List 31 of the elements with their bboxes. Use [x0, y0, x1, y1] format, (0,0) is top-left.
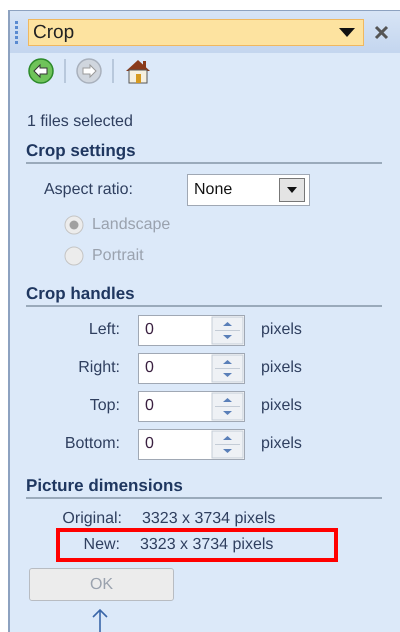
section-heading: Crop settings: [26, 140, 382, 164]
section-heading: Picture dimensions: [26, 475, 382, 499]
handle-label: Bottom:: [64, 434, 120, 454]
handle-label: Right:: [77, 358, 120, 378]
unit-label: pixels: [261, 358, 302, 378]
aspect-ratio-label: Aspect ratio:: [44, 180, 134, 200]
grip-icon: [14, 20, 20, 44]
number-spinner[interactable]: 0: [138, 428, 245, 460]
dimension-value: 3323 x 3734 pixels: [142, 509, 276, 529]
radio-label: Landscape: [92, 214, 170, 234]
number-spinner[interactable]: 0: [138, 390, 245, 422]
dimension-value: 3323 x 3734 pixels: [140, 535, 274, 555]
radio-label: Portrait: [92, 246, 144, 266]
caret-icon[interactable]: [339, 28, 355, 36]
dimension-label: Original:: [61, 509, 122, 529]
unit-label: pixels: [261, 320, 302, 340]
annotation-arrow: [91, 608, 109, 632]
caret-icon[interactable]: [287, 187, 297, 193]
number-spinner[interactable]: 0: [138, 314, 245, 346]
house-icon[interactable]: [124, 58, 152, 84]
selection-info: 1 files selected: [27, 112, 134, 132]
unit-label: pixels: [261, 396, 302, 416]
handle-label: Top:: [88, 396, 120, 416]
unit-label: pixels: [261, 434, 302, 454]
pane-title-dropdown[interactable]: Crop: [28, 18, 364, 46]
number-spinner[interactable]: 0: [138, 352, 245, 384]
dimension-label: New:: [82, 535, 120, 555]
aspect-ratio-dropdown[interactable]: None: [187, 174, 310, 206]
close-icon[interactable]: [374, 24, 389, 40]
handle-label: Left:: [88, 320, 120, 340]
section-heading: Crop handles: [26, 283, 382, 307]
